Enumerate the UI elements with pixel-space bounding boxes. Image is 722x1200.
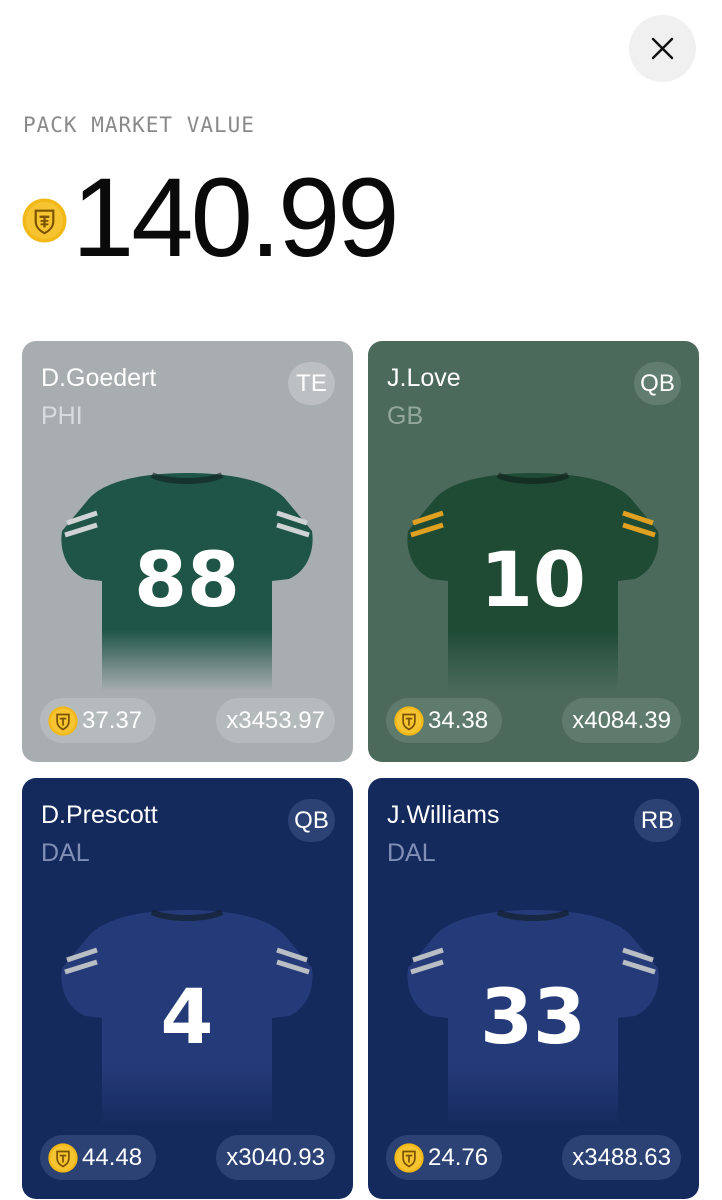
card-price: 34.38 (428, 706, 489, 734)
player-team: PHI (41, 402, 83, 430)
jersey-number: 33 (480, 972, 586, 1061)
jersey-number: 4 (161, 972, 214, 1061)
price-pill: 44.48 (40, 1135, 157, 1180)
position-badge: QB (634, 362, 681, 405)
multiplier-pill: x4084.39 (562, 698, 681, 743)
card-price: 24.76 (428, 1143, 489, 1171)
card-price: 44.48 (82, 1143, 143, 1171)
card-price: 37.37 (82, 706, 143, 734)
coin-shield-icon (394, 705, 424, 736)
position-badge: TE (288, 362, 335, 405)
coin-shield-icon (22, 198, 67, 243)
pack-value-amount: 140.99 (72, 155, 400, 280)
player-team: GB (387, 402, 424, 430)
jersey-image: 33 (403, 898, 663, 1128)
close-icon (651, 37, 674, 60)
multiplier-pill: x3040.93 (216, 1135, 335, 1180)
player-team: DAL (41, 839, 90, 867)
player-card-williams[interactable]: J.Williams DAL RB 33 24.76 x3488.63 (368, 778, 699, 1199)
jersey-image: 10 (403, 461, 663, 691)
price-pill: 24.76 (386, 1135, 503, 1180)
close-button[interactable] (629, 15, 696, 82)
player-name: D.Prescott (41, 801, 158, 829)
jersey-image: 88 (57, 461, 317, 691)
coin-shield-icon (394, 1142, 424, 1173)
player-card-prescott[interactable]: D.Prescott DAL QB 4 44.48 x3040.93 (22, 778, 353, 1199)
jersey-number: 10 (480, 535, 586, 624)
position-badge: QB (288, 799, 335, 842)
player-team: DAL (387, 839, 436, 867)
pack-market-value-label: PACK MARKET VALUE (23, 113, 255, 137)
player-name: D.Goedert (41, 364, 157, 392)
coin-shield-icon (48, 705, 78, 736)
position-badge: RB (634, 799, 681, 842)
price-pill: 34.38 (386, 698, 503, 743)
jersey-number: 88 (134, 535, 240, 624)
price-pill: 37.37 (40, 698, 157, 743)
player-name: J.Williams (387, 801, 500, 829)
multiplier-pill: x3453.97 (216, 698, 335, 743)
multiplier-pill: x3488.63 (562, 1135, 681, 1180)
player-card-goedert[interactable]: D.Goedert PHI TE 88 37.37 x3453.97 (22, 341, 353, 762)
player-card-love[interactable]: J.Love GB QB 10 34.38 x4084.39 (368, 341, 699, 762)
player-name: J.Love (387, 364, 461, 392)
jersey-image: 4 (57, 898, 317, 1128)
coin-shield-icon (48, 1142, 78, 1173)
